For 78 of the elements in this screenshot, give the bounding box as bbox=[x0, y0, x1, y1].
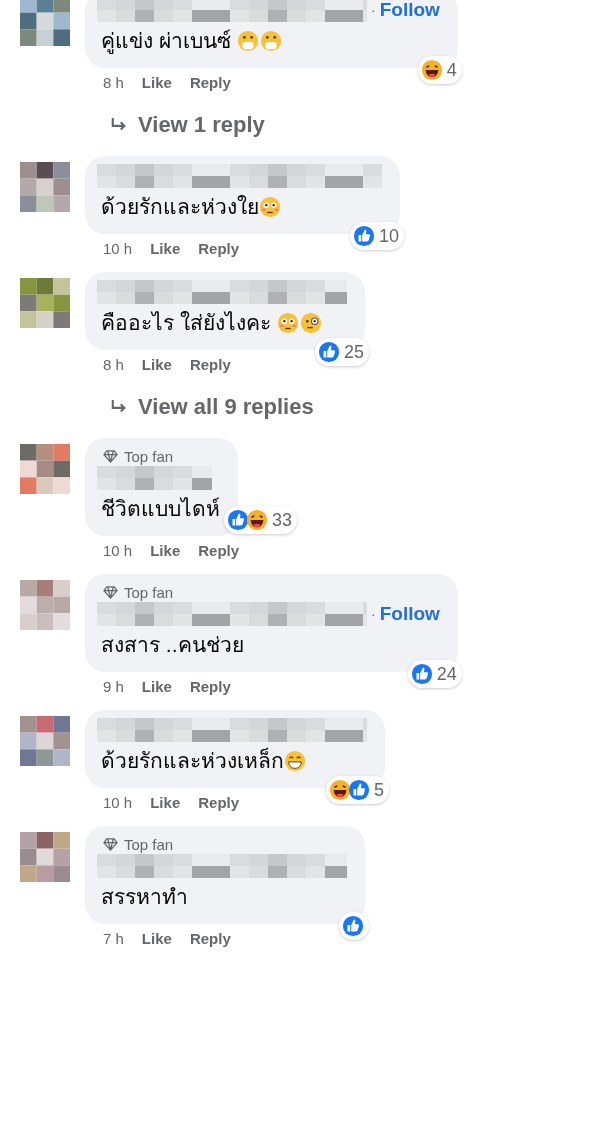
reaction-count[interactable]: 10 bbox=[349, 222, 404, 250]
comment-time: 10 h bbox=[103, 794, 133, 812]
comment-time: 8 h bbox=[103, 356, 124, 374]
reaction-count[interactable]: 25 bbox=[314, 338, 369, 366]
view-replies-link[interactable]: View 1 reply bbox=[138, 112, 265, 138]
flushed-emoji-icon bbox=[276, 312, 299, 334]
avatar[interactable] bbox=[20, 716, 70, 766]
blurred-name[interactable] bbox=[97, 0, 367, 22]
laughing-emoji-icon bbox=[329, 779, 351, 801]
comment-text: สงสาร ..คนช่วย bbox=[101, 632, 244, 658]
like-icon bbox=[227, 509, 249, 531]
comment-time: 10 h bbox=[103, 240, 133, 258]
blurred-name[interactable] bbox=[97, 164, 382, 188]
comment-time: 9 h bbox=[103, 678, 124, 696]
top-fan-label: Top fan bbox=[124, 583, 174, 601]
blurred-name[interactable] bbox=[97, 854, 347, 878]
reaction-count[interactable]: 33 bbox=[224, 506, 298, 534]
like-link[interactable]: Like bbox=[141, 74, 172, 92]
reaction-count[interactable] bbox=[339, 912, 369, 940]
like-link[interactable]: Like bbox=[150, 240, 181, 258]
diamond-icon bbox=[103, 585, 118, 599]
separator-dot: · bbox=[371, 606, 376, 622]
emoji-icon bbox=[236, 30, 259, 52]
blurred-name[interactable] bbox=[97, 280, 347, 304]
reply-link[interactable]: Reply bbox=[198, 794, 240, 812]
like-icon bbox=[317, 341, 340, 363]
comment-text: คู่แข่ง ผ่าเบนซ์ bbox=[101, 28, 232, 56]
separator-dot: · bbox=[371, 2, 376, 18]
comment-text: คืออะไร ใส่ยังไงคะ bbox=[101, 310, 272, 336]
comment-text: ด้วยรักและห่วงใย bbox=[101, 194, 259, 220]
blurred-name[interactable] bbox=[97, 602, 367, 626]
avatar[interactable] bbox=[20, 278, 70, 328]
diamond-icon bbox=[103, 837, 118, 851]
comment-time: 10 h bbox=[103, 542, 133, 560]
reaction-count[interactable]: 4 bbox=[417, 56, 462, 84]
comment-text: สรรหาทำ bbox=[101, 884, 188, 910]
top-fan-label: Top fan bbox=[124, 447, 174, 465]
emoji-icon bbox=[259, 30, 282, 52]
blurred-name[interactable] bbox=[97, 718, 367, 742]
reply-link[interactable]: Reply bbox=[198, 240, 240, 258]
avatar[interactable] bbox=[20, 162, 70, 212]
comment-time: 8 h bbox=[103, 74, 124, 92]
reaction-count[interactable]: 5 bbox=[326, 776, 389, 804]
diamond-icon bbox=[103, 449, 118, 463]
avatar[interactable] bbox=[20, 580, 70, 630]
like-icon bbox=[348, 779, 370, 801]
comment-time: 7 h bbox=[103, 930, 124, 948]
reply-link[interactable]: Reply bbox=[189, 74, 231, 92]
reply-link[interactable]: Reply bbox=[198, 542, 240, 560]
laughing-emoji-icon bbox=[246, 509, 268, 531]
reply-link[interactable]: Reply bbox=[189, 678, 231, 696]
comment-text: ด้วยรักและห่วงเหล็ก bbox=[101, 746, 284, 774]
like-link[interactable]: Like bbox=[141, 678, 172, 696]
grin-emoji-icon bbox=[284, 750, 306, 772]
top-fan-label: Top fan bbox=[124, 835, 174, 853]
reply-arrow-icon bbox=[110, 399, 128, 415]
comment-text: ชีวิตแบบไดห์ bbox=[101, 496, 220, 522]
avatar[interactable] bbox=[20, 832, 70, 882]
follow-link[interactable]: Follow bbox=[379, 603, 440, 625]
reply-link[interactable]: Reply bbox=[189, 930, 231, 948]
like-icon bbox=[410, 663, 433, 685]
follow-link[interactable]: Follow bbox=[379, 0, 440, 21]
avatar[interactable] bbox=[20, 444, 70, 494]
reply-arrow-icon bbox=[110, 117, 128, 133]
like-link[interactable]: Like bbox=[150, 794, 181, 812]
avatar[interactable] bbox=[20, 0, 70, 46]
view-replies-link[interactable]: View all 9 replies bbox=[138, 394, 314, 420]
like-icon bbox=[352, 225, 375, 247]
laughing-emoji-icon bbox=[420, 59, 443, 81]
like-link[interactable]: Like bbox=[150, 542, 181, 560]
like-icon bbox=[342, 915, 364, 937]
reply-link[interactable]: Reply bbox=[189, 356, 231, 374]
like-link[interactable]: Like bbox=[141, 930, 172, 948]
flushed-emoji-icon bbox=[259, 196, 281, 218]
blurred-name[interactable] bbox=[97, 466, 212, 490]
reaction-count[interactable]: 24 bbox=[407, 660, 462, 688]
monocle-emoji-icon bbox=[299, 312, 322, 334]
like-link[interactable]: Like bbox=[141, 356, 172, 374]
